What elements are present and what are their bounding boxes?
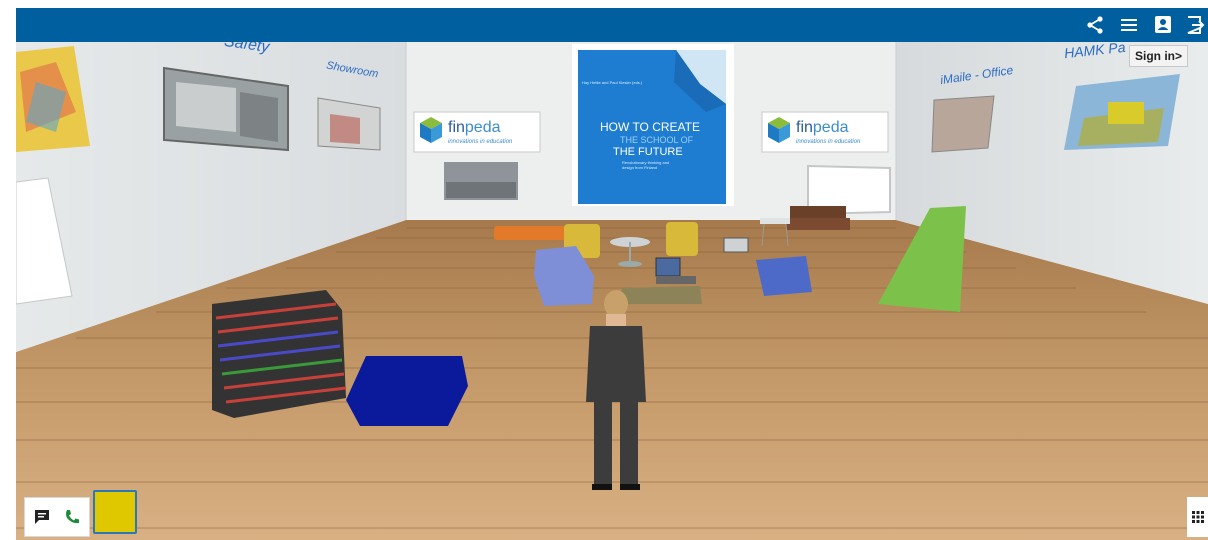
menu-icon[interactable] — [1116, 12, 1142, 38]
communication-panel — [24, 497, 90, 537]
exit-icon[interactable] — [1182, 12, 1208, 38]
chat-icon[interactable] — [31, 506, 53, 528]
sign-in-tooltip[interactable]: Sign in> — [1129, 45, 1189, 67]
contact-card-icon[interactable] — [1150, 12, 1176, 38]
color-swatch[interactable] — [93, 490, 137, 534]
finpeda-fin-text: fin — [796, 119, 813, 136]
virtual-room-scene[interactable]: Safety Showroom iMaile - Office HAMK Pa … — [16, 42, 1208, 540]
cushion-stack — [212, 290, 347, 418]
phone-icon[interactable] — [61, 506, 83, 528]
finpeda-tagline-right: innovations in education — [796, 139, 861, 145]
book-authors: Hay Hettie and Paul Kiesler (eds.) — [582, 80, 643, 85]
grid-icon[interactable] — [1187, 497, 1208, 537]
top-bar — [16, 8, 1208, 42]
finpeda-logo-icon — [768, 117, 790, 143]
book-subtitle-line2: design from Finland — [622, 165, 658, 170]
finpeda-peda-text: peda — [464, 119, 501, 136]
finpeda-tagline-left: innovations in education — [448, 139, 513, 145]
book-title-line2: THE SCHOOL OF — [620, 135, 694, 145]
finpeda-sign-right: finpeda innovations in education — [766, 115, 884, 149]
finpeda-peda-text: peda — [812, 119, 849, 136]
book-title-line1: HOW TO CREATE — [600, 120, 701, 134]
share-icon[interactable] — [1082, 12, 1108, 38]
finpeda-sign-left: finpeda innovations in education — [418, 115, 536, 149]
finpeda-fin-text: fin — [448, 119, 465, 136]
book-title-line3: THE FUTURE — [613, 146, 683, 158]
finpeda-logo-icon — [420, 117, 442, 143]
